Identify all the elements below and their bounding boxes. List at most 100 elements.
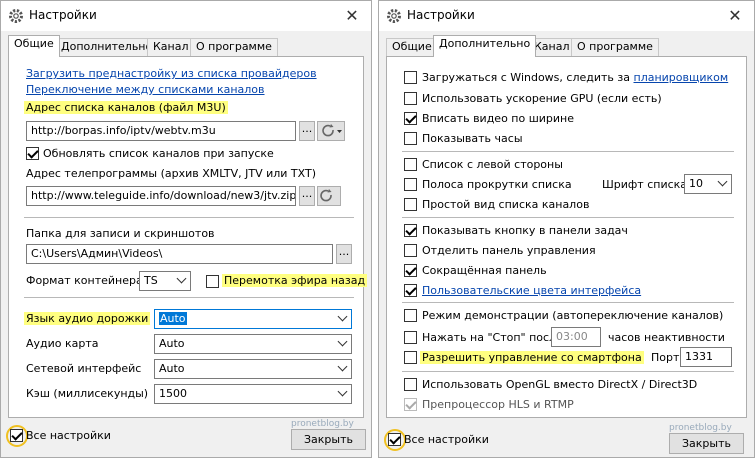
chevron-down-icon <box>337 311 348 322</box>
autostart-label: Загружаться с Windows, следить за планир… <box>422 71 728 84</box>
tab-general[interactable]: Общие <box>8 35 60 57</box>
stop-label: Нажать на "Стоп" после <box>422 331 563 344</box>
window-title: Настройки <box>29 8 97 22</box>
close-button[interactable]: Закрыть <box>669 433 744 454</box>
watermark: pronetblog.by <box>669 423 732 433</box>
separator <box>24 297 354 298</box>
chevron-down-icon <box>337 386 348 397</box>
audio-track-select[interactable]: Auto <box>154 309 352 329</box>
title-bar: Настройки ✕ <box>379 1 754 31</box>
audio-track-value: Auto <box>159 312 187 325</box>
epg-input[interactable]: http://www.teleguide.info/download/new3/… <box>26 186 296 206</box>
tab-about[interactable]: О программе <box>190 38 278 56</box>
general-panel: Загрузить преднастройку из списка провай… <box>8 56 368 418</box>
fit-width-label: Вписать видео по ширине <box>422 112 575 125</box>
network-label: Сетевой интерфейс <box>26 362 142 375</box>
record-folder-browse-button[interactable]: ... <box>336 244 352 264</box>
refresh-icon <box>320 189 332 202</box>
separator <box>402 217 734 218</box>
tab-bar: Общие Дополнительно Канал О программе <box>386 35 747 57</box>
container-value: TS <box>144 274 158 287</box>
all-settings-checkbox[interactable] <box>388 433 401 446</box>
port-input[interactable]: 1331 <box>680 347 732 367</box>
autostart-checkbox[interactable] <box>404 71 417 84</box>
audio-card-select[interactable]: Auto <box>154 334 352 354</box>
cache-select[interactable]: 1500 <box>154 384 352 404</box>
update-on-start-label: Обновлять список каналов при запуске <box>43 147 274 160</box>
smartphone-checkbox[interactable] <box>404 351 417 364</box>
network-value: Auto <box>159 362 185 375</box>
close-button[interactable]: Закрыть <box>291 429 366 450</box>
chevron-down-icon <box>717 176 728 187</box>
close-icon[interactable]: ✕ <box>722 5 748 27</box>
tab-channel[interactable]: Канал <box>147 38 195 56</box>
all-settings-label: Все настройки <box>26 429 111 442</box>
epg-label: Адрес телепрограммы (архив XMLTV, JTV ил… <box>26 167 316 180</box>
port-label: Порт <box>651 351 680 364</box>
network-select[interactable]: Auto <box>154 359 352 379</box>
chevron-down-icon <box>176 273 187 284</box>
gpu-checkbox[interactable] <box>404 92 417 105</box>
separator <box>24 217 354 218</box>
demo-label: Режим демонстрации (автопереключение кан… <box>422 309 724 322</box>
scrollbar-checkbox[interactable] <box>404 178 417 191</box>
tab-advanced[interactable]: Дополнительно <box>55 38 159 56</box>
channel-list-browse-button[interactable]: ... <box>299 121 315 141</box>
advanced-panel: Загружаться с Windows, следить за планир… <box>386 56 747 418</box>
custom-colors-link[interactable]: Пользовательские цвета интерфейса <box>422 284 641 297</box>
tab-advanced[interactable]: Дополнительно <box>433 35 537 57</box>
all-settings-checkbox[interactable] <box>10 429 23 442</box>
demo-checkbox[interactable] <box>404 309 417 322</box>
epg-browse-button[interactable]: ... <box>299 186 315 206</box>
all-settings-label: Все настройки <box>404 433 489 446</box>
hls-checkbox[interactable] <box>404 398 417 411</box>
tab-about[interactable]: О программе <box>571 38 659 56</box>
list-font-select[interactable]: 10 <box>684 174 732 194</box>
scrollbar-label: Полоса прокрутки списка <box>422 178 572 191</box>
fit-width-checkbox[interactable] <box>404 112 417 125</box>
tab-general[interactable]: Общие <box>386 38 438 56</box>
container-select[interactable]: TS <box>139 271 191 291</box>
taskbar-label: Показывать кнопку в панели задач <box>422 224 628 237</box>
stop-time-value: 03:00 <box>556 330 588 343</box>
cache-label: Кэш (миллисекунды) <box>26 387 149 400</box>
close-icon[interactable]: ✕ <box>339 5 365 27</box>
tab-bar: Общие Дополнительно Канал О программе <box>8 35 364 57</box>
hls-label: Препроцессор HLS и RTMP <box>422 398 574 411</box>
channel-list-label: Адрес списка каналов (файл M3U) <box>24 101 228 114</box>
cache-value: 1500 <box>159 387 187 400</box>
stop-checkbox[interactable] <box>404 331 417 344</box>
record-folder-input[interactable]: C:\Users\Админ\Videos\ <box>26 244 333 264</box>
list-font-value: 10 <box>689 177 703 190</box>
channel-list-refresh-button[interactable] <box>317 121 345 141</box>
chevron-down-icon <box>337 336 348 347</box>
custom-colors-checkbox[interactable] <box>404 284 417 297</box>
clock-checkbox[interactable] <box>404 132 417 145</box>
compact-panel-checkbox[interactable] <box>404 264 417 277</box>
update-on-start-checkbox[interactable] <box>26 147 39 160</box>
epg-refresh-button[interactable] <box>317 186 341 206</box>
settings-window-general: Настройки ✕ Общие Дополнительно Канал О … <box>0 0 372 458</box>
opengl-checkbox[interactable] <box>404 378 417 391</box>
left-list-checkbox[interactable] <box>404 158 417 171</box>
left-list-label: Список с левой стороны <box>422 158 563 171</box>
load-preset-link[interactable]: Загрузить преднастройку из списка провай… <box>26 67 317 80</box>
detach-panel-label: Отделить панель управления <box>422 244 596 257</box>
separator <box>402 302 734 303</box>
channel-list-input[interactable]: http://borpas.info/iptv/webtv.m3u <box>26 121 296 141</box>
timeshift-label: Перемотка эфира назад <box>222 274 368 287</box>
audio-card-value: Auto <box>159 337 185 350</box>
detach-panel-checkbox[interactable] <box>404 244 417 257</box>
list-font-label: Шрифт списка <box>602 178 688 191</box>
refresh-icon <box>322 124 342 137</box>
smartphone-label: Разрешить управление со смартфона <box>420 351 644 364</box>
separator <box>402 371 734 372</box>
scheduler-link[interactable]: планировщиком <box>634 71 729 84</box>
compact-panel-label: Сокращённая панель <box>422 264 547 277</box>
window-title: Настройки <box>407 8 475 22</box>
switch-lists-link[interactable]: Переключение между списками каналов <box>26 83 265 96</box>
simple-list-checkbox[interactable] <box>404 198 417 211</box>
stop-time-spinner[interactable]: 03:00 <box>551 327 601 347</box>
taskbar-checkbox[interactable] <box>404 224 417 237</box>
timeshift-checkbox[interactable] <box>206 275 219 288</box>
